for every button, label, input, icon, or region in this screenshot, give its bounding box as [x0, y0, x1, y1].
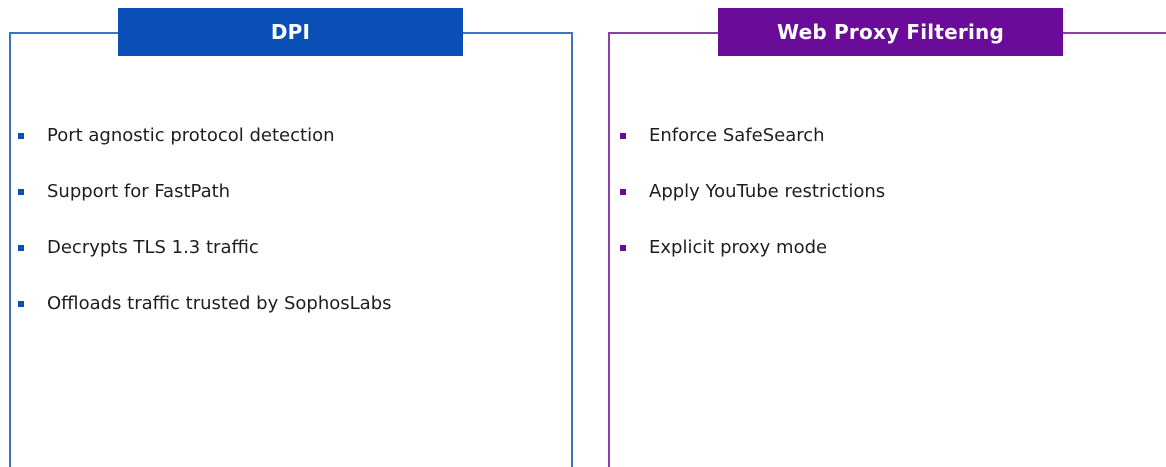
dpi-feature-item: Offloads traffic trusted by SophosLabs — [18, 291, 392, 347]
web-proxy-title-text: Web Proxy Filtering — [777, 20, 1004, 44]
web-proxy-feature-list: Enforce SafeSearch Apply YouTube restric… — [620, 123, 885, 291]
dpi-title-text: DPI — [270, 20, 311, 44]
dpi-feature-text: Offloads traffic trusted by SophosLabs — [47, 293, 392, 314]
dpi-feature-item: Decrypts TLS 1.3 traffic — [18, 235, 392, 291]
dpi-feature-text: Decrypts TLS 1.3 traffic — [47, 237, 259, 258]
dpi-feature-list: Port agnostic protocol detection Support… — [18, 123, 392, 347]
dpi-feature-item: Support for FastPath — [18, 179, 392, 235]
web-proxy-feature-item: Enforce SafeSearch — [620, 123, 885, 179]
web-proxy-feature-item: Apply YouTube restrictions — [620, 179, 885, 235]
web-proxy-feature-item: Explicit proxy mode — [620, 235, 885, 291]
dpi-feature-item: Port agnostic protocol detection — [18, 123, 392, 179]
bullet-square-icon — [18, 133, 24, 139]
bullet-square-icon — [620, 133, 626, 139]
bullet-square-icon — [18, 189, 24, 195]
dpi-feature-text: Support for FastPath — [47, 181, 231, 202]
bullet-square-icon — [620, 245, 626, 251]
web-proxy-panel-title: Web Proxy Filtering — [718, 8, 1063, 56]
dpi-feature-text: Port agnostic protocol detection — [47, 125, 335, 146]
dpi-panel-title: DPI — [118, 8, 463, 56]
bullet-square-icon — [18, 245, 24, 251]
web-proxy-feature-text: Enforce SafeSearch — [649, 125, 825, 146]
web-proxy-feature-text: Explicit proxy mode — [649, 237, 828, 258]
bullet-square-icon — [18, 301, 24, 307]
web-proxy-feature-text: Apply YouTube restrictions — [649, 181, 886, 202]
bullet-square-icon — [620, 189, 626, 195]
